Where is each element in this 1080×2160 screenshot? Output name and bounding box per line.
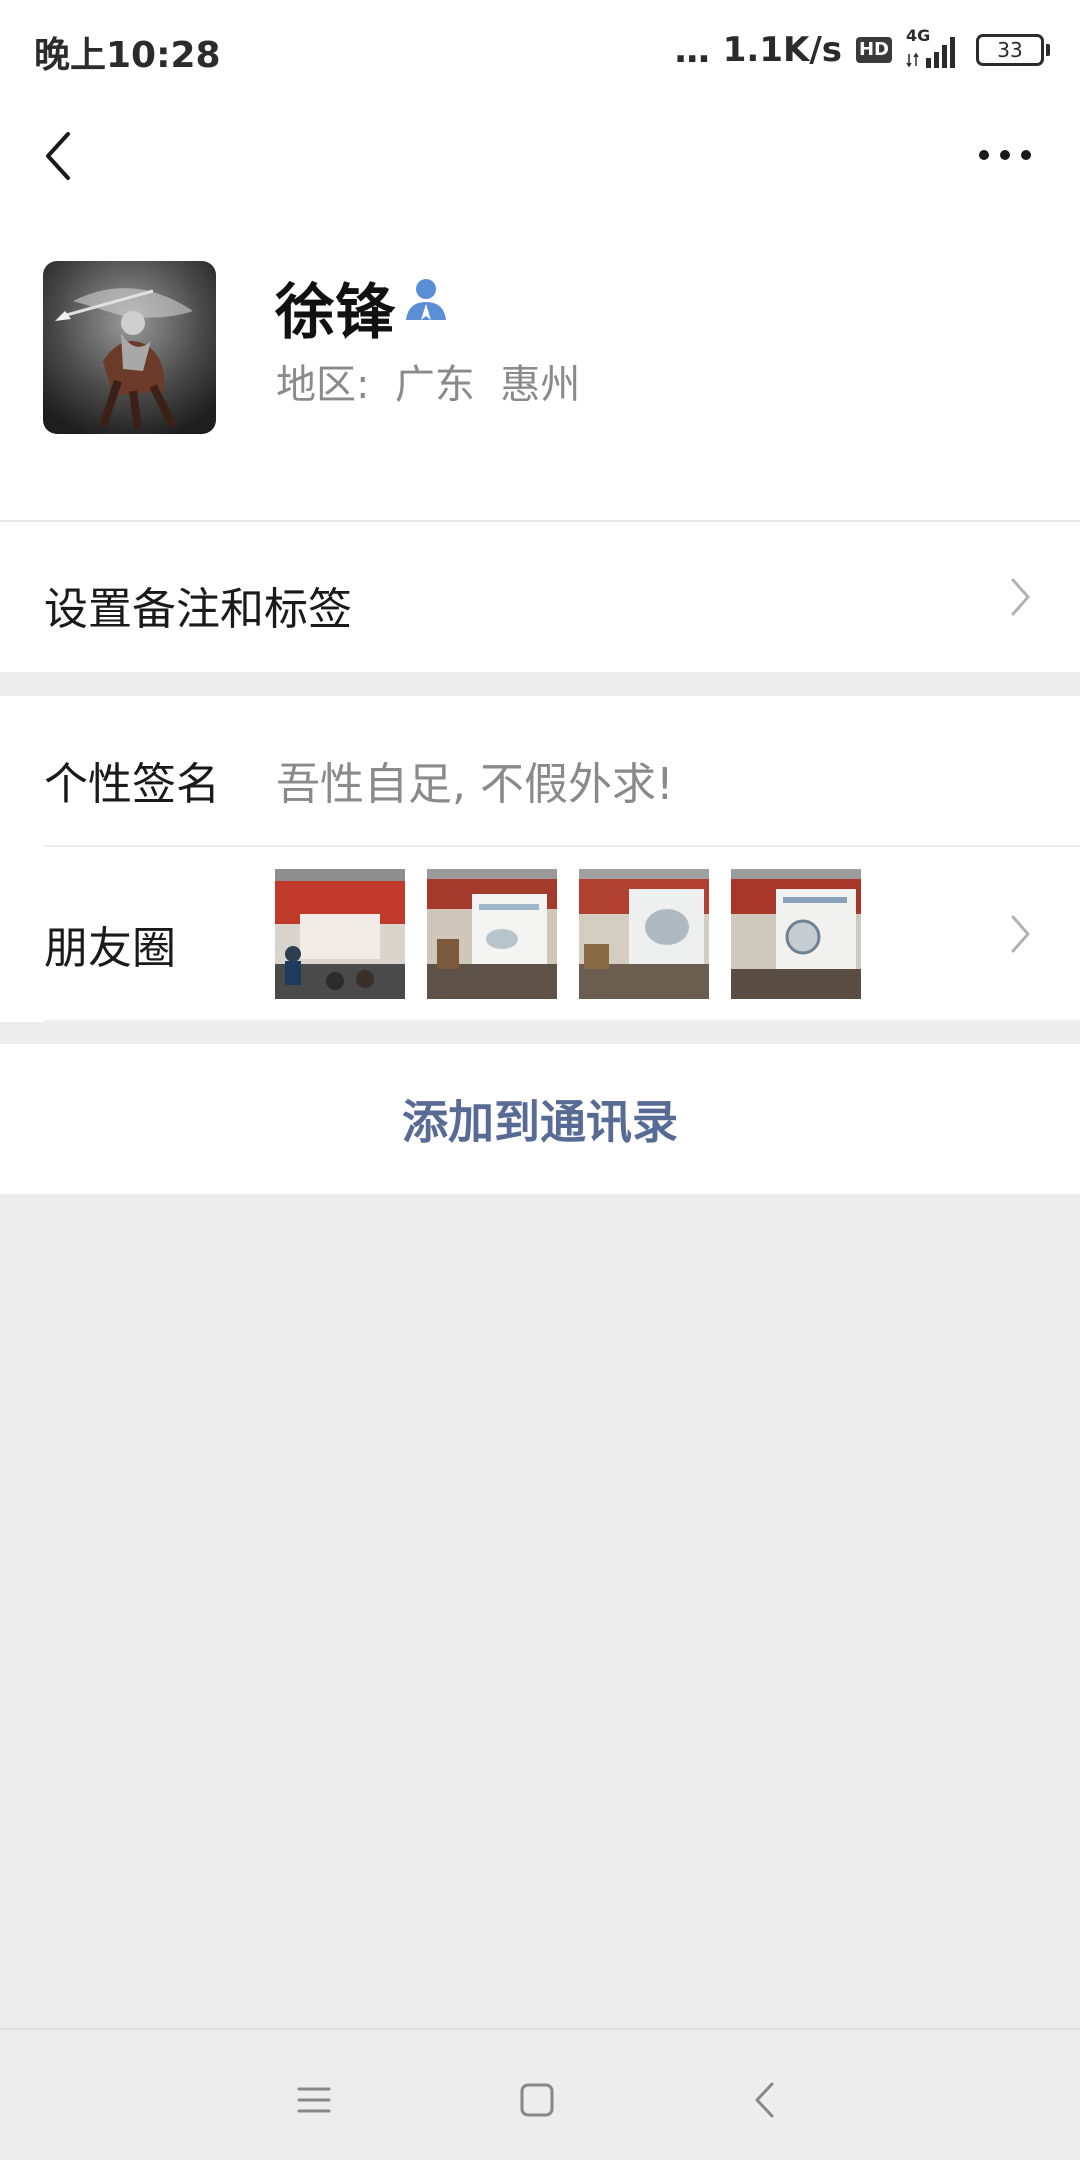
status-indicators: ... 1.1K/s HD 4G 33 — [673, 22, 1050, 78]
back-nav-button[interactable] — [729, 2070, 799, 2130]
contact-region: 地区: 广东 惠州 — [276, 362, 581, 408]
chevron-right-icon — [1011, 578, 1030, 616]
moments-thumbnail — [275, 869, 405, 999]
moments-thumbnail — [579, 869, 709, 999]
moments-label: 朋友圈 — [44, 923, 176, 974]
add-to-contacts-button[interactable]: 添加到通讯录 — [0, 1044, 1080, 1194]
signature-value: 吾性自足, 不假外求! — [276, 759, 674, 810]
set-remark-label: 设置备注和标签 — [44, 584, 352, 635]
notification-dots: ... — [673, 29, 711, 71]
signal-icon: 4G — [906, 26, 962, 70]
moments-thumbnail — [427, 869, 557, 999]
hd-icon: HD — [855, 37, 892, 63]
contact-person-icon — [404, 276, 448, 322]
avatar[interactable] — [43, 261, 216, 434]
divider — [44, 1020, 1080, 1022]
add-to-contacts-label: 添加到通讯录 — [402, 1095, 678, 1149]
chevron-right-icon — [1011, 915, 1030, 953]
contact-name: 徐锋 — [275, 278, 395, 348]
back-arrow-icon — [46, 132, 70, 180]
more-dots-icon — [979, 150, 1031, 160]
home-square-icon — [520, 2083, 554, 2117]
home-nav-button[interactable] — [502, 2070, 572, 2130]
signature-label: 个性签名 — [44, 759, 220, 810]
moments-thumbnail — [731, 869, 861, 999]
battery-icon: 33 — [976, 34, 1050, 66]
status-time: 晚上10:28 — [34, 35, 221, 76]
back-triangle-icon — [755, 2082, 774, 2118]
menu-nav-button[interactable] — [279, 2070, 349, 2130]
back-button[interactable] — [30, 120, 86, 192]
network-speed: 1.1K/s — [722, 30, 842, 70]
battery-level: 33 — [997, 38, 1023, 62]
more-options-button[interactable] — [970, 130, 1040, 180]
menu-icon — [297, 2087, 331, 2113]
